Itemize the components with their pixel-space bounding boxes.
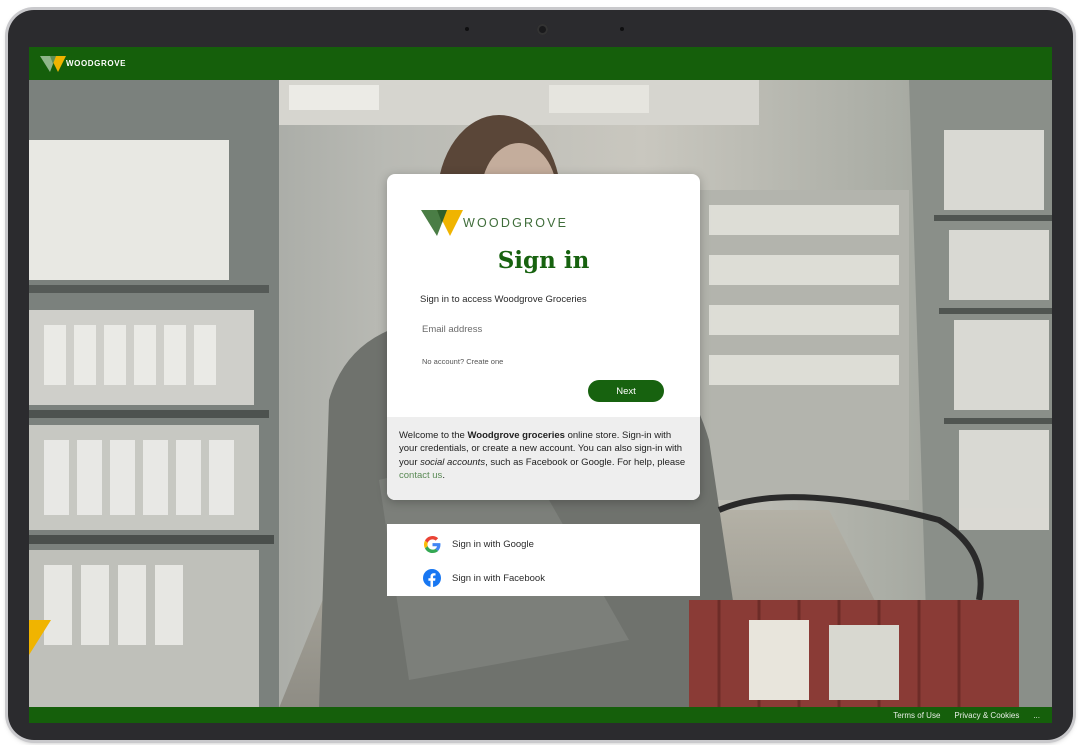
woodgrove-logo[interactable]: WOODGROVE: [40, 55, 126, 73]
sensor-dot: [465, 27, 469, 31]
camera-icon: [537, 24, 548, 35]
no-account-label: No account?: [422, 357, 467, 366]
sign-in-card: WOODGROVE Sign in Sign in to access Wood…: [387, 174, 700, 500]
create-account-link[interactable]: Create one: [466, 357, 503, 366]
card-brand-wordmark: WOODGROVE: [463, 216, 569, 230]
tablet-device-frame: WOODGROVE WOODGROVE Sign in Sign in to a…: [8, 10, 1073, 740]
intro-text: Sign in to access Woodgrove Groceries: [420, 294, 587, 305]
google-icon: [423, 535, 441, 553]
welcome-text-4: .: [442, 470, 445, 482]
welcome-text-1: Welcome to the: [399, 430, 468, 441]
woodgrove-logo-mark-icon: [421, 210, 463, 236]
top-header-bar: WOODGROVE: [29, 47, 1052, 80]
google-sign-in-button[interactable]: Sign in with Google: [387, 527, 700, 561]
card-logo: WOODGROVE: [421, 209, 568, 237]
browser-screen: WOODGROVE WOODGROVE Sign in Sign in to a…: [29, 47, 1052, 723]
welcome-social-accounts: social accounts: [420, 456, 486, 468]
sensor-dot: [620, 27, 624, 31]
terms-of-use-link[interactable]: Terms of Use: [893, 711, 940, 720]
email-field[interactable]: [420, 319, 666, 339]
next-button[interactable]: Next: [588, 380, 664, 402]
privacy-cookies-link[interactable]: Privacy & Cookies: [954, 711, 1019, 720]
facebook-icon: [423, 569, 441, 587]
contact-us-link[interactable]: contact us: [399, 470, 442, 481]
welcome-message: Welcome to the Woodgrove groceries onlin…: [387, 417, 700, 500]
social-sign-in-panel: Sign in with Google Sign in with Faceboo…: [387, 524, 700, 596]
welcome-text-3: , such as Facebook or Google. For help, …: [485, 456, 686, 468]
facebook-sign-in-button[interactable]: Sign in with Facebook: [387, 561, 700, 595]
more-options-icon[interactable]: ...: [1033, 711, 1040, 720]
page-title: Sign in: [497, 247, 590, 274]
no-account-text: No account? Create one: [422, 357, 503, 366]
facebook-sign-in-label: Sign in with Facebook: [452, 572, 545, 584]
welcome-store-name: Woodgrove groceries: [467, 430, 565, 441]
google-sign-in-label: Sign in with Google: [452, 538, 534, 550]
brand-wordmark: WOODGROVE: [66, 59, 127, 68]
footer-bar: Terms of Use Privacy & Cookies ...: [29, 707, 1052, 723]
